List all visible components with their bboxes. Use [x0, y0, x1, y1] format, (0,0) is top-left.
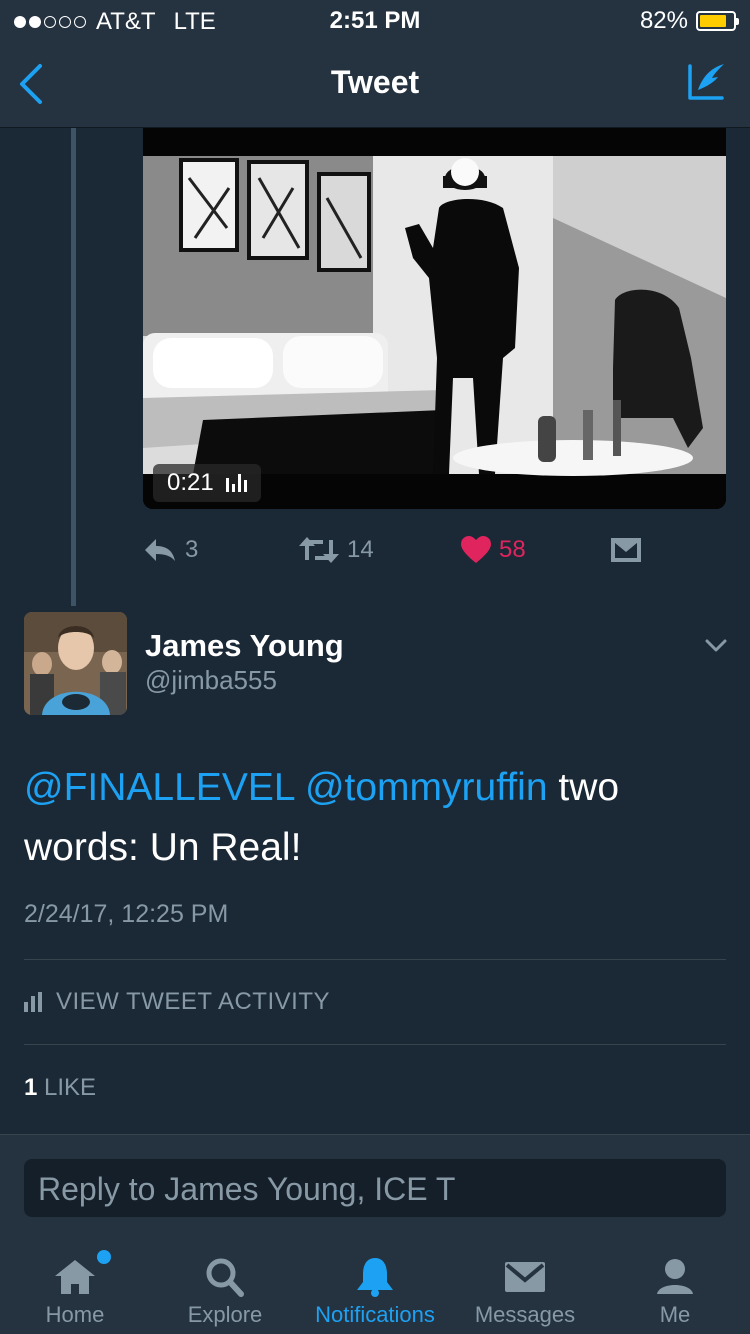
bell-icon [357, 1258, 393, 1297]
search-icon [206, 1258, 244, 1297]
tab-label: Home [45, 1302, 105, 1327]
retweet-button[interactable]: 14 [299, 530, 374, 570]
page-title: Tweet [330, 64, 420, 100]
mention-link[interactable]: @FINALLEVEL [24, 766, 294, 809]
tab-me[interactable]: Me [600, 1246, 750, 1334]
compose-tweet-icon[interactable] [684, 60, 728, 104]
reply-input[interactable]: Reply to James Young, ICE T [24, 1159, 726, 1217]
tab-messages[interactable]: Messages [450, 1246, 600, 1334]
status-time: 2:51 PM [329, 7, 421, 34]
home-icon [55, 1260, 95, 1294]
tab-explore[interactable]: Explore [150, 1246, 300, 1334]
tab-home[interactable]: Home [0, 1246, 150, 1334]
heart-icon [461, 536, 491, 563]
author-name[interactable]: James Young [145, 628, 344, 664]
tab-label: Explore [187, 1302, 263, 1327]
envelope-icon [611, 538, 641, 562]
volume-icon [225, 474, 247, 492]
reply-icon [145, 539, 175, 561]
tab-bar: Home Explore Notifications Messages Me [0, 1246, 750, 1334]
likes-summary[interactable]: 1 LIKE [24, 1074, 96, 1102]
thread-connector-line [71, 128, 76, 606]
envelope-icon [505, 1262, 545, 1292]
activity-label: VIEW TWEET ACTIVITY [56, 988, 330, 1015]
tweet-timestamp: 2/24/17, 12:25 PM [24, 900, 229, 928]
reply-bar: Reply to James Young, ICE T [0, 1134, 750, 1246]
like-button[interactable]: 58 [461, 530, 526, 570]
person-icon [657, 1259, 693, 1294]
nav-bar: Tweet [0, 40, 750, 128]
video-duration: 0:21 [167, 469, 214, 496]
avatar[interactable] [24, 612, 127, 715]
analytics-icon [24, 992, 42, 1012]
battery-percent: 82% [639, 7, 688, 34]
retweet-count: 14 [347, 536, 374, 563]
tab-label: Me [659, 1302, 691, 1327]
tab-label: Notifications [315, 1302, 435, 1327]
reply-count: 3 [185, 536, 199, 563]
likes-label: LIKE [44, 1074, 97, 1101]
notification-dot [97, 1250, 111, 1264]
video-duration-badge: 0:21 [153, 464, 261, 502]
divider [24, 959, 726, 960]
status-bar: AT&T LTE 2:51 PM 82% [0, 0, 750, 40]
likes-count: 1 [24, 1074, 38, 1101]
author-handle[interactable]: @jimba555 [145, 665, 277, 696]
tweet-text: @FINALLEVEL @tommyruffin two words: Un R… [24, 758, 724, 878]
battery-icon [696, 11, 739, 31]
view-tweet-activity-button[interactable]: VIEW TWEET ACTIVITY [24, 988, 330, 1016]
retweet-icon [299, 537, 339, 563]
tweet-actions: 3 14 58 [143, 530, 726, 570]
tab-label: Messages [474, 1302, 576, 1327]
mention-link[interactable]: @tommyruffin [305, 766, 548, 809]
tweet-video[interactable]: 0:21 [143, 128, 726, 509]
reply-button[interactable]: 3 [143, 530, 198, 570]
divider [24, 1044, 726, 1045]
direct-message-button[interactable] [611, 530, 641, 570]
tab-notifications[interactable]: Notifications [300, 1246, 450, 1334]
avatar-photo [24, 612, 127, 715]
chevron-down-icon[interactable] [704, 636, 728, 656]
like-count: 58 [499, 536, 526, 563]
video-thumbnail [143, 128, 726, 509]
